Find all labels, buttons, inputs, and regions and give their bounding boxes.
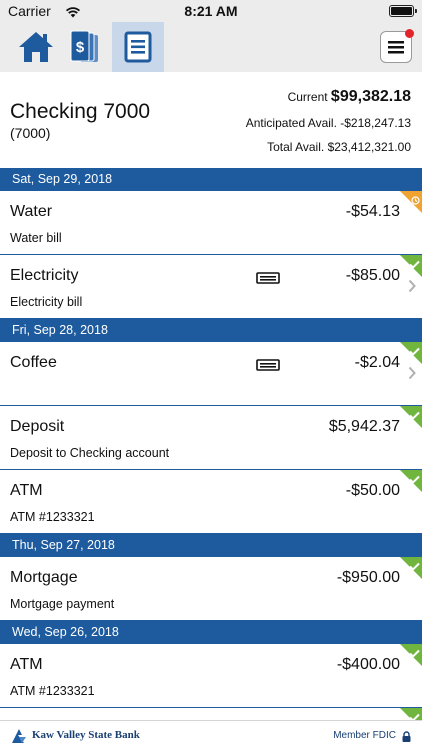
money-icon: $ [70,30,98,62]
nav-transactions-tab[interactable] [112,22,164,72]
memo-icon [256,358,280,376]
transaction-amount: -$400.00 [336,656,400,673]
anticipated-balance-label: Anticipated Avail. [245,116,337,130]
bank-logo-icon [10,727,28,750]
date-header: Sat, Sep 29, 2018 [0,168,422,191]
current-balance: Current $99,382.18 [288,88,411,106]
chevron-right-icon [408,279,416,298]
nav-home-tab[interactable] [11,22,61,72]
anticipated-balance: Anticipated Avail. -$218,247.13 [246,116,411,130]
transaction-description: Deposit to Checking account [10,446,170,460]
account-summary: Checking 7000 (7000) Current $99,382.18 … [0,72,422,168]
notification-badge [405,29,414,38]
clock: 8:21 AM [184,3,238,19]
hamburger-menu-icon [388,41,404,54]
transaction-name: Electricity [10,267,79,284]
transaction-row[interactable]: Water Water bill -$54.13 [0,191,422,255]
transaction-list[interactable]: Sat, Sep 29, 2018 Water Water bill -$54.13 E… [0,168,422,720]
transaction-amount: -$85.00 [345,267,400,284]
checkmark-icon [409,256,420,274]
fdic-label: Member FDIC [333,730,396,741]
date-header: Wed, Sep 26, 2018 [0,621,422,644]
transaction-description: ATM #1233321 [10,510,95,524]
transaction-amount: -$2.04 [354,354,400,371]
transaction-amount: -$950.00 [336,569,400,586]
transaction-description: Water bill [10,231,62,245]
transaction-row[interactable]: Coffee -$2.04 [0,342,422,406]
account-name: Checking 7000 [10,100,151,123]
clock-icon [411,192,420,210]
transaction-row[interactable]: Deposit Deposit to Checking account $5,942… [0,406,422,470]
current-balance-label: Current [287,90,328,104]
transaction-name: Water [10,203,53,220]
transaction-name: Coffee [10,354,57,371]
account-number: (7000) [10,125,51,141]
checkmark-icon [409,471,420,489]
transaction-row[interactable]: Mortgage Mortgage payment -$950.00 [0,557,422,621]
battery-icon [389,5,417,17]
ledger-icon [124,31,152,63]
chevron-right-icon [408,366,416,385]
transaction-row[interactable]: Electricity Electricity bill -$85.00 [0,255,422,319]
checkmark-icon [409,407,420,425]
footer: Kaw Valley State Bank Member FDIC [0,720,422,750]
transaction-name: Deposit [10,418,65,435]
lock-icon [402,729,411,747]
transaction-description: ATM #1233321 [10,684,95,698]
anticipated-balance-value: -$218,247.13 [340,116,411,130]
transaction-row[interactable]: ATM ATM #1233321 -$400.00 [0,644,422,708]
total-balance: Total Avail. $23,412,321.00 [267,140,411,154]
svg-text:$: $ [76,39,85,56]
checkmark-icon [409,645,420,663]
home-icon [19,32,53,62]
transaction-amount: -$54.13 [345,203,400,220]
transaction-amount: -$50.00 [345,482,400,499]
status-bar: Carrier 8:21 AM [0,0,422,22]
transaction-description: Mortgage payment [10,597,115,611]
transaction-description: Electricity bill [10,295,83,309]
memo-icon [256,271,280,289]
bank-name: Kaw Valley State Bank [32,729,140,741]
checkmark-icon [409,343,420,361]
transaction-row[interactable]: Deposit$265.61 [0,708,422,720]
transaction-name: Mortgage [10,569,78,586]
date-header: Fri, Sep 28, 2018 [0,319,422,342]
checkmark-icon [409,558,420,576]
menu-button[interactable] [380,29,414,63]
checkmark-icon [409,709,420,720]
nav-money-tab[interactable]: $ [60,22,110,72]
transaction-name: ATM [10,656,43,673]
transaction-row[interactable]: ATM ATM #1233321 -$50.00 [0,470,422,534]
total-balance-label: Total Avail. [267,140,325,154]
transaction-name: ATM [10,482,43,499]
date-header: Thu, Sep 27, 2018 [0,534,422,557]
top-navigation: $ [0,22,422,72]
transaction-amount: $5,942.37 [328,418,400,435]
current-balance-value: $99,382.18 [330,88,411,105]
total-balance-value: $23,412,321.00 [327,140,411,154]
